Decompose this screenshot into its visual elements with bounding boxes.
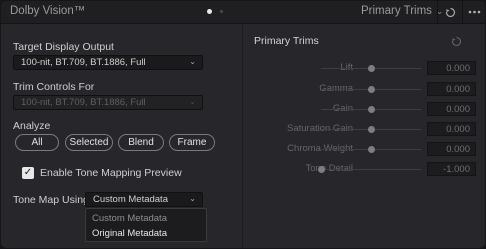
chevron-down-icon: ⌄ xyxy=(189,194,196,203)
trim-value-field[interactable]: 0.000 xyxy=(427,61,476,75)
analyze-all-button[interactable]: All xyxy=(15,134,59,151)
more-icon[interactable] xyxy=(463,1,485,23)
trim-controls-for-label: Trim Controls For xyxy=(13,81,95,93)
trim-value-field[interactable]: -1.000 xyxy=(427,162,476,176)
analyze-blend-button[interactable]: Blend xyxy=(118,134,164,151)
trim-controls-for-dropdown[interactable]: 100-nit, BT.709, BT.1886, Full ⌄ xyxy=(13,95,203,110)
reset-icon[interactable] xyxy=(439,1,461,23)
tone-map-using-menu: Custom Metadata Original Metadata xyxy=(85,208,207,242)
primary-trims-title: Primary Trims xyxy=(254,35,319,47)
target-display-output-dropdown[interactable]: 100-nit, BT.709, BT.1886, Full ⌄ xyxy=(13,55,203,70)
trim-slider-handle[interactable] xyxy=(368,146,375,153)
trim-slider-track[interactable] xyxy=(321,169,421,170)
analyze-label: Analyze xyxy=(13,120,51,132)
dolby-vision-panel: Dolby Vision™ Primary Trims ⌄ Target Disp… xyxy=(1,1,485,248)
trim-slider-handle[interactable] xyxy=(368,106,375,113)
trim-value-field[interactable]: 0.000 xyxy=(427,122,476,136)
analyze-selected-button[interactable]: Selected xyxy=(65,134,113,151)
tone-map-using-label: Tone Map Using xyxy=(13,194,89,206)
tone-map-using-value: Custom Metadata xyxy=(93,194,168,205)
trim-value-field[interactable]: 0.000 xyxy=(427,82,476,96)
menu-item-custom-metadata[interactable]: Custom Metadata xyxy=(92,213,167,224)
trim-row-gain: Gain 0.000 xyxy=(243,102,485,117)
panel-title: Dolby Vision™ xyxy=(10,5,86,17)
trim-row-lift: Lift 0.000 xyxy=(243,61,485,76)
trim-row-saturation-gain: Saturation Gain 0.000 xyxy=(243,122,485,137)
panel-header: Dolby Vision™ Primary Trims ⌄ xyxy=(1,1,485,24)
mode-selector-label: Primary Trims xyxy=(361,5,432,17)
mode-selector[interactable]: Primary Trims ⌄ xyxy=(361,5,443,17)
chevron-down-icon: ⌄ xyxy=(189,97,196,106)
trim-row-tone-detail: Tone Detail -1.000 xyxy=(243,162,485,177)
trim-slider-handle[interactable] xyxy=(368,86,375,93)
enable-tone-mapping-checkbox[interactable]: ✓ xyxy=(22,167,34,179)
target-display-output-value: 100-nit, BT.709, BT.1886, Full xyxy=(21,57,146,68)
trim-slider-handle[interactable] xyxy=(368,65,375,72)
trim-row-chroma-weight: Chroma Weight 0.000 xyxy=(243,142,485,157)
trim-row-gamma: Gamma 0.000 xyxy=(243,82,485,97)
chevron-down-icon: ⌄ xyxy=(189,57,196,66)
page-indicator-inactive[interactable] xyxy=(220,10,223,13)
trim-controls-for-value: 100-nit, BT.709, BT.1886, Full xyxy=(21,97,146,108)
trim-value-field[interactable]: 0.000 xyxy=(427,102,476,116)
menu-item-original-metadata[interactable]: Original Metadata xyxy=(92,228,167,239)
tone-map-using-dropdown[interactable]: Custom Metadata ⌄ xyxy=(85,192,203,207)
target-display-output-label: Target Display Output xyxy=(13,41,114,53)
analyze-frame-button[interactable]: Frame xyxy=(169,134,215,151)
trim-slider-handle[interactable] xyxy=(318,166,325,173)
trim-value-field[interactable]: 0.000 xyxy=(427,142,476,156)
page-indicator-active[interactable] xyxy=(207,9,212,14)
reset-icon[interactable] xyxy=(451,34,464,47)
enable-tone-mapping-label: Enable Tone Mapping Preview xyxy=(40,167,182,179)
header-divider xyxy=(437,1,438,23)
trim-slider-handle[interactable] xyxy=(368,126,375,133)
